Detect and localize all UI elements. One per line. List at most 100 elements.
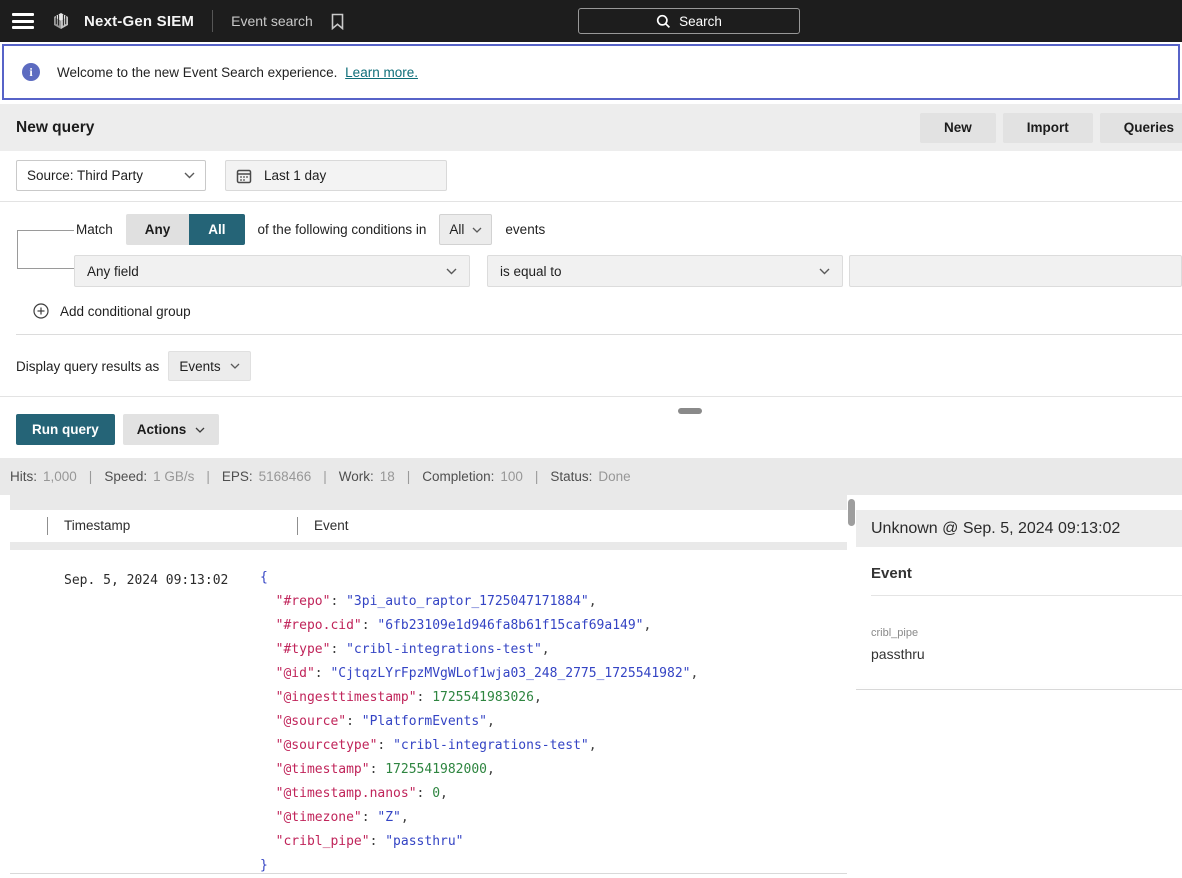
- source-select-value: Source: Third Party: [27, 168, 143, 183]
- stat-value: 5168466: [259, 469, 312, 484]
- event-json: { "#repo": "3pi_auto_raptor_172504717188…: [260, 566, 698, 878]
- source-select[interactable]: Source: Third Party: [16, 160, 206, 191]
- bookmark-icon[interactable]: [331, 13, 344, 30]
- add-conditional-group-label: Add conditional group: [60, 304, 191, 319]
- stat-label: Completion:: [422, 469, 494, 484]
- event-detail-panel: Unknown @ Sep. 5, 2024 09:13:02 Event cr…: [856, 495, 1182, 878]
- splitter-drag-handle[interactable]: [678, 408, 702, 414]
- stat-separator: |: [323, 469, 327, 484]
- display-results-select[interactable]: Events: [168, 351, 250, 381]
- top-bar: Next-Gen SIEM Event search Search: [0, 0, 1182, 42]
- stat-value: 1 GB/s: [153, 469, 194, 484]
- stat-separator: |: [206, 469, 210, 484]
- chevron-down-icon: [230, 363, 240, 369]
- event-json-line: "@source": "PlatformEvents",: [260, 710, 698, 734]
- column-header-event[interactable]: Event: [297, 517, 349, 535]
- match-any-option[interactable]: Any: [126, 214, 190, 245]
- stat-value: Done: [598, 469, 630, 484]
- actions-button[interactable]: Actions: [123, 414, 220, 445]
- condition-group-bracket: [17, 230, 73, 269]
- learn-more-link[interactable]: Learn more.: [345, 65, 418, 80]
- event-json-line: {: [260, 566, 698, 590]
- chevron-down-icon: [446, 268, 457, 275]
- match-row: Match Any All of the following condition…: [76, 214, 1182, 245]
- display-results-row: Display query results as Events: [0, 335, 1182, 396]
- event-json-line: }: [260, 854, 698, 878]
- display-results-value: Events: [179, 359, 220, 374]
- condition-value-input[interactable]: [849, 255, 1182, 287]
- scrollbar-thumb[interactable]: [848, 499, 855, 526]
- stat-label: Status:: [550, 469, 592, 484]
- row-timestamp: Sep. 5, 2024 09:13:02: [10, 566, 260, 878]
- time-range-value: Last 1 day: [264, 168, 326, 183]
- field-select[interactable]: Any field: [74, 255, 470, 287]
- query-header: New query NewImportQueries: [0, 104, 1182, 151]
- display-results-label: Display query results as: [16, 359, 159, 374]
- event-json-line: "cribl_pipe": "passthru": [260, 830, 698, 854]
- event-json-line: "@sourcetype": "cribl-integrations-test"…: [260, 734, 698, 758]
- conditions-middle-text: of the following conditions in: [258, 222, 427, 237]
- results-table: Timestamp Event Sep. 5, 2024 09:13:02 { …: [10, 495, 847, 878]
- run-row: Run query Actions: [0, 397, 1182, 458]
- scope-select[interactable]: All: [439, 214, 492, 245]
- page-title: Event search: [231, 13, 313, 29]
- plus-circle-icon: [33, 303, 49, 319]
- import-button[interactable]: Import: [1003, 113, 1093, 143]
- detail-divider: [856, 689, 1182, 690]
- actions-button-label: Actions: [137, 422, 187, 437]
- stat-label: Work:: [339, 469, 374, 484]
- stat-value: 100: [500, 469, 523, 484]
- app-title: Next-Gen SIEM: [84, 13, 194, 30]
- event-json-line: "@id": "CjtqzLYrFpzMVgWLof1wja03_248_277…: [260, 662, 698, 686]
- time-range-picker[interactable]: Last 1 day: [225, 160, 447, 191]
- conditions-builder: Match Any All of the following condition…: [0, 202, 1182, 334]
- run-query-button[interactable]: Run query: [16, 414, 115, 445]
- row-divider: [10, 873, 847, 874]
- match-all-option[interactable]: All: [189, 214, 244, 245]
- query-header-buttons: NewImportQueries: [920, 113, 1182, 143]
- panel-splitter: [0, 396, 1182, 397]
- search-button-label: Search: [679, 14, 722, 29]
- stat-label: Hits:: [10, 469, 37, 484]
- vertical-scrollbar[interactable]: [847, 495, 856, 878]
- info-icon: i: [22, 63, 40, 81]
- condition-row: Any field is equal to: [74, 255, 1182, 287]
- column-resize-handle[interactable]: [297, 517, 298, 535]
- event-json-line: "#type": "cribl-integrations-test",: [260, 638, 698, 662]
- queries-button[interactable]: Queries: [1100, 113, 1182, 143]
- new-button[interactable]: New: [920, 113, 996, 143]
- add-conditional-group-button[interactable]: Add conditional group: [0, 287, 1182, 334]
- chevron-down-icon: [472, 227, 482, 233]
- field-select-value: Any field: [87, 264, 139, 279]
- stat-value: 1,000: [43, 469, 77, 484]
- detail-section-title: Event: [871, 565, 1182, 582]
- event-json-line: "@timezone": "Z",: [260, 806, 698, 830]
- banner-message: Welcome to the new Event Search experien…: [57, 65, 418, 80]
- stat-separator: |: [535, 469, 539, 484]
- detail-panel-header: Unknown @ Sep. 5, 2024 09:13:02: [856, 510, 1182, 547]
- detail-field: cribl_pipepassthru: [871, 627, 1182, 662]
- query-title: New query: [16, 119, 94, 137]
- results-region: Timestamp Event Sep. 5, 2024 09:13:02 { …: [0, 495, 1182, 878]
- left-gutter: [0, 495, 10, 878]
- stats-bar: Hits:1,000|Speed:1 GB/s|EPS:5168466|Work…: [0, 458, 1182, 495]
- event-json-line: "#repo": "3pi_auto_raptor_1725047171884"…: [260, 590, 698, 614]
- chevron-down-icon: [184, 172, 195, 179]
- detail-fields: cribl_pipepassthru: [856, 596, 1182, 662]
- field-value[interactable]: passthru: [871, 646, 1182, 662]
- operator-select[interactable]: is equal to: [487, 255, 843, 287]
- event-json-line: "@timestamp": 1725541982000,: [260, 758, 698, 782]
- chevron-down-icon: [819, 268, 830, 275]
- column-header-timestamp[interactable]: Timestamp: [47, 517, 297, 535]
- global-search-button[interactable]: Search: [578, 8, 800, 34]
- event-json-line: "@ingesttimestamp": 1725541983026,: [260, 686, 698, 710]
- column-resize-handle[interactable]: [47, 517, 48, 535]
- chevron-down-icon: [195, 427, 205, 433]
- hamburger-menu-icon[interactable]: [12, 13, 34, 29]
- table-row[interactable]: Sep. 5, 2024 09:13:02 { "#repo": "3pi_au…: [10, 550, 847, 878]
- app-logo-icon: [50, 10, 72, 32]
- match-toggle: Any All: [126, 214, 245, 245]
- scope-select-value: All: [449, 222, 464, 237]
- results-table-header: Timestamp Event: [10, 510, 847, 542]
- stat-separator: |: [89, 469, 93, 484]
